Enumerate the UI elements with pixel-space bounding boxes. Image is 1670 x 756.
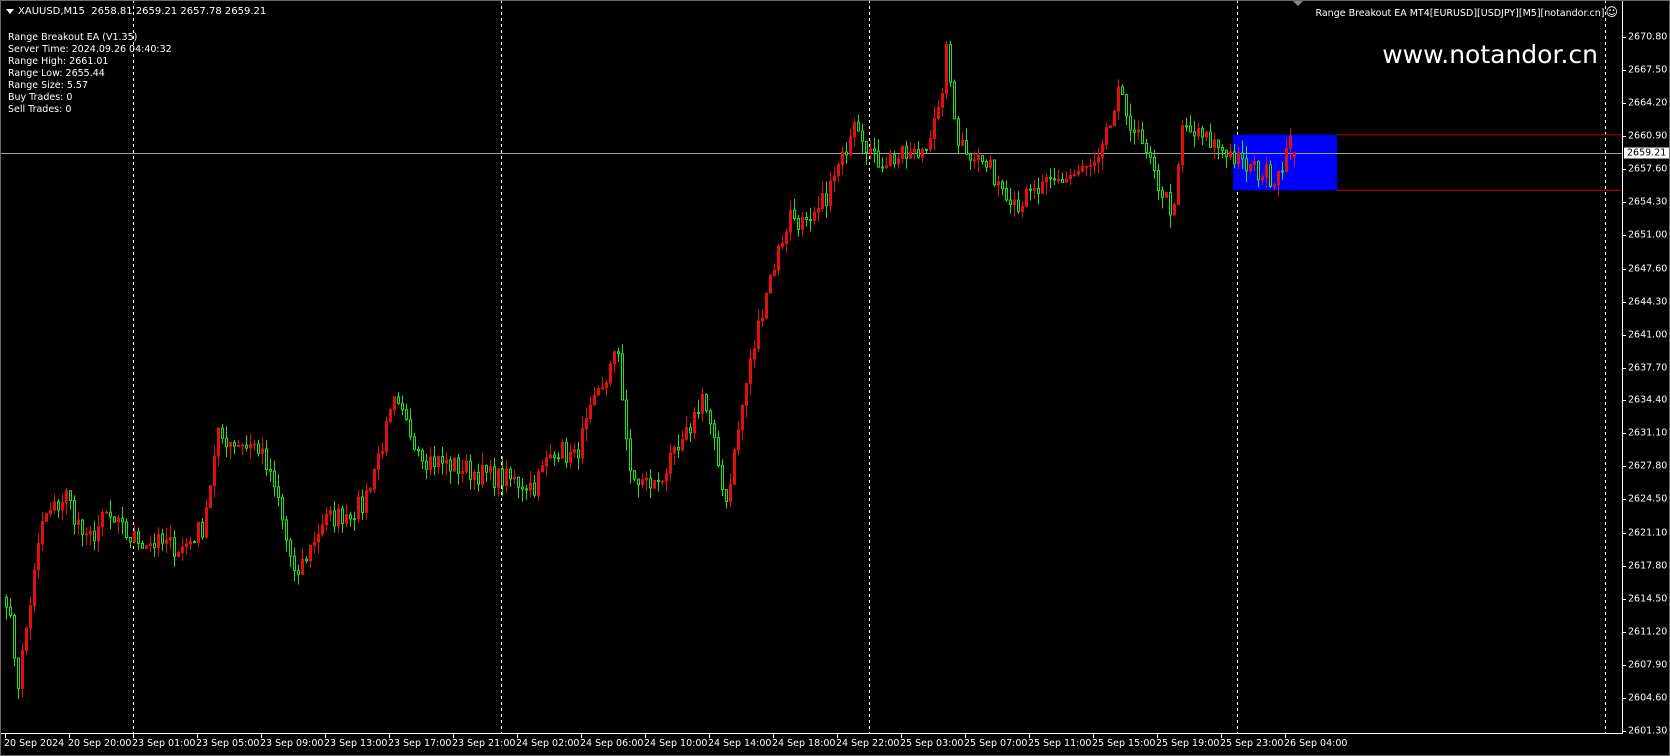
time-tick-label: 25 Sep 23:00 (1220, 738, 1284, 749)
time-tick-label: 20 Sep 20:00 (68, 738, 132, 749)
time-tick-label: 25 Sep 11:00 (1028, 738, 1092, 749)
time-tick-label: 24 Sep 14:00 (708, 738, 772, 749)
price-tick-label: 2634.40 (1628, 394, 1668, 406)
time-tick-label: 20 Sep 2024 (4, 738, 65, 749)
price-tick-label: 2647.60 (1628, 263, 1668, 275)
info-line: Range Breakout EA (V1.35) (8, 32, 138, 43)
price-tick-label: 2627.80 (1628, 460, 1668, 472)
price-tick-label: 2664.20 (1628, 97, 1668, 109)
info-line: Range Low: 2655.44 (8, 68, 105, 79)
info-line: Buy Trades: 0 (8, 92, 73, 103)
current-price-label: 2659.21 (1624, 147, 1670, 159)
price-tick-label: 2617.80 (1628, 560, 1668, 572)
price-tick-label: 2660.90 (1628, 130, 1668, 142)
time-tick-label: 23 Sep 13:00 (324, 738, 388, 749)
ea-title: Range Breakout EA MT4[EURUSD][USDJPY][M5… (1315, 6, 1618, 19)
price-tick-label: 2631.10 (1628, 427, 1668, 439)
price-tick-label: 2654.30 (1628, 196, 1668, 208)
ohlc-values: 2658.81 2659.21 2657.78 2659.21 (91, 6, 267, 17)
price-tick-label: 2637.70 (1628, 362, 1668, 374)
time-tick-label: 26 Sep 04:00 (1284, 738, 1348, 749)
price-tick-label: 2614.50 (1628, 593, 1668, 605)
shift-marker-icon[interactable] (1293, 1, 1303, 6)
time-tick-label: 24 Sep 22:00 (836, 738, 900, 749)
time-tick-label: 23 Sep 21:00 (452, 738, 516, 749)
info-line: Range High: 2661.01 (8, 56, 109, 67)
chart-frame (0, 0, 1670, 756)
time-tick-label: 25 Sep 19:00 (1156, 738, 1220, 749)
price-tick-label: 2651.00 (1628, 229, 1668, 241)
info-line: Sell Trades: 0 (8, 104, 72, 115)
ea-info-panel: Range Breakout EA (V1.35) Server Time: 2… (8, 32, 172, 116)
dropdown-triangle-icon[interactable] (6, 8, 14, 14)
watermark: www.notandor.cn (1382, 40, 1598, 69)
info-line: Range Size: 5.57 (8, 80, 89, 91)
price-tick-label: 2641.00 (1628, 329, 1668, 341)
time-tick-label: 25 Sep 07:00 (964, 738, 1028, 749)
price-tick-label: 2657.60 (1628, 163, 1668, 175)
time-tick-label: 23 Sep 09:00 (260, 738, 324, 749)
price-tick-label: 2601.30 (1628, 725, 1668, 737)
time-tick-label: 25 Sep 03:00 (900, 738, 964, 749)
time-tick-label: 23 Sep 05:00 (196, 738, 260, 749)
time-tick-label: 23 Sep 01:00 (132, 738, 196, 749)
info-line: Server Time: 2024.09.26 04:40:32 (8, 44, 172, 55)
price-tick-label: 2667.50 (1628, 64, 1668, 76)
price-tick-label: 2611.20 (1628, 626, 1668, 638)
time-tick-label: 25 Sep 15:00 (1092, 738, 1156, 749)
ea-title-text: Range Breakout EA MT4[EURUSD][USDJPY][M5… (1315, 8, 1605, 19)
time-tick-label: 24 Sep 18:00 (772, 738, 836, 749)
time-tick-label: 24 Sep 10:00 (644, 738, 708, 749)
time-tick-label: 23 Sep 17:00 (388, 738, 452, 749)
price-tick-label: 2621.10 (1628, 527, 1668, 539)
chart-header: XAUUSD,M15 2658.81 2659.21 2657.78 2659.… (6, 6, 266, 17)
time-tick-label: 24 Sep 06:00 (580, 738, 644, 749)
price-tick-label: 2670.80 (1628, 31, 1668, 43)
price-tick-label: 2644.30 (1628, 296, 1668, 308)
price-tick-label: 2604.60 (1628, 692, 1668, 704)
symbol-label: XAUUSD,M15 (18, 6, 85, 17)
price-tick-label: 2624.50 (1628, 493, 1668, 505)
time-tick-label: 24 Sep 02:00 (516, 738, 580, 749)
price-tick-label: 2607.90 (1628, 659, 1668, 671)
smiley-icon[interactable]: ☺ (1605, 6, 1618, 18)
